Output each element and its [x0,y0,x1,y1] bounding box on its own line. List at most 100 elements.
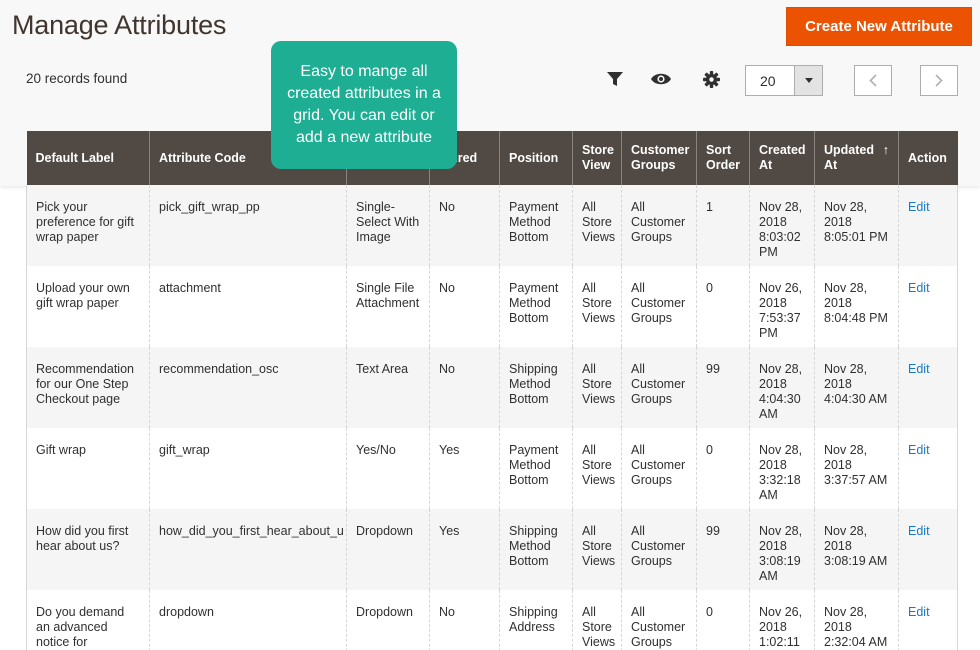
cell-sort-order: 0 [696,590,750,650]
cell-attribute-code: how_did_you_first_hear_about_u [149,509,347,590]
cell-updated-at: Nov 28, 2018 4:04:30 AM [814,347,899,428]
edit-link[interactable]: Edit [908,362,930,376]
cell-required: No [429,347,500,428]
edit-link[interactable]: Edit [908,281,930,295]
create-new-attribute-button[interactable]: Create New Attribute [786,7,972,46]
cell-sort-order: 0 [696,266,750,347]
column-header-created-at[interactable]: Created At [749,131,815,185]
cell-position: Shipping Method Bottom [499,509,573,590]
cell-created-at: Nov 26, 2018 1:02:11 [749,590,815,650]
column-header-default-label[interactable]: Default Label [26,131,150,185]
per-page-value: 20 [760,72,776,89]
cell-updated-at: Nov 28, 2018 8:05:01 PM [814,185,899,266]
column-header-position[interactable]: Position [499,131,573,185]
cell-position: Payment Method Bottom [499,428,573,509]
cell-position: Payment Method Bottom [499,185,573,266]
cell-customer-groups: All Customer Groups [621,347,697,428]
cell-default-label: Upload your own gift wrap paper [26,266,150,347]
cell-created-at: Nov 26, 2018 7:53:37 PM [749,266,815,347]
cell-default-label: Pick your preference for gift wrap paper [26,185,150,266]
cell-sort-order: 1 [696,185,750,266]
column-header-updated-at-label: Updated At [824,143,874,172]
cell-updated-at: Nov 28, 2018 3:08:19 AM [814,509,899,590]
cell-default-label: Gift wrap [26,428,150,509]
cell-input-type: Dropdown [346,590,430,650]
sort-arrow-icon: ↑ [882,143,889,157]
table-row: Do you demand an advanced notice for shi… [26,590,958,650]
filter-icon[interactable] [601,66,629,92]
gear-icon[interactable] [697,66,725,92]
table-row: Gift wrap gift_wrap Yes/No Yes Payment Metho… [26,428,958,509]
cell-attribute-code: pick_gift_wrap_pp [149,185,347,266]
edit-link[interactable]: Edit [908,524,930,538]
cell-position: Shipping Address [499,590,573,650]
previous-page-button[interactable] [854,65,892,96]
column-header-updated-at[interactable]: ↑ Updated At [814,131,899,185]
cell-attribute-code: gift_wrap [149,428,347,509]
grid-header-row: Default Label Attribute Code quired Posi… [26,131,958,185]
edit-link[interactable]: Edit [908,605,930,619]
cell-customer-groups: All Customer Groups [621,509,697,590]
per-page-select[interactable]: 20 [745,65,823,96]
column-header-sort-order[interactable]: Sort Order [696,131,750,185]
cell-created-at: Nov 28, 2018 4:04:30 AM [749,347,815,428]
cell-action: Edit [898,509,958,590]
page-title: Manage Attributes [12,10,227,40]
cell-attribute-code: dropdown [149,590,347,650]
cell-store-view: All Store Views [572,590,622,650]
cell-updated-at: Nov 28, 2018 8:04:48 PM [814,266,899,347]
cell-updated-at: Nov 28, 2018 2:32:04 AM [814,590,899,650]
table-row: Upload your own gift wrap paper attachmen… [26,266,958,347]
cell-required: No [429,266,500,347]
cell-action: Edit [898,347,958,428]
cell-input-type: Single-Select With Image [346,185,430,266]
edit-link[interactable]: Edit [908,200,930,214]
help-tooltip: Easy to mange all created attributes in … [271,41,457,169]
cell-sort-order: 0 [696,428,750,509]
cell-required: Yes [429,428,500,509]
cell-created-at: Nov 28, 2018 3:32:18 AM [749,428,815,509]
records-count: 20 records found [26,71,128,86]
cell-attribute-code: attachment [149,266,347,347]
cell-customer-groups: All Customer Groups [621,185,697,266]
cell-action: Edit [898,185,958,266]
cell-required: No [429,590,500,650]
column-header-store-view[interactable]: Store View [572,131,622,185]
cell-created-at: Nov 28, 2018 3:08:19 AM [749,509,815,590]
cell-default-label: Recommendation for our One Step Checkout… [26,347,150,428]
next-page-button[interactable] [920,65,958,96]
cell-required: Yes [429,509,500,590]
table-row: Pick your preference for gift wrap paper… [26,185,958,266]
table-row: Recommendation for our One Step Checkout… [26,347,958,428]
cell-input-type: Text Area [346,347,430,428]
cell-position: Payment Method Bottom [499,266,573,347]
chevron-down-icon[interactable] [794,66,822,95]
cell-sort-order: 99 [696,509,750,590]
cell-action: Edit [898,266,958,347]
cell-default-label: Do you demand an advanced notice for shi… [26,590,150,650]
cell-attribute-code: recommendation_osc [149,347,347,428]
cell-action: Edit [898,428,958,509]
cell-customer-groups: All Customer Groups [621,428,697,509]
cell-input-type: Dropdown [346,509,430,590]
cell-store-view: All Store Views [572,266,622,347]
table-row: How did you first hear about us? how_did_… [26,509,958,590]
cell-store-view: All Store Views [572,185,622,266]
cell-action: Edit [898,590,958,650]
cell-updated-at: Nov 28, 2018 3:37:57 AM [814,428,899,509]
column-header-customer-groups[interactable]: Customer Groups [621,131,697,185]
cell-sort-order: 99 [696,347,750,428]
edit-link[interactable]: Edit [908,443,930,457]
cell-input-type: Single File Attachment [346,266,430,347]
column-header-action: Action [898,131,958,185]
chevron-left-icon [869,74,877,87]
cell-input-type: Yes/No [346,428,430,509]
cell-customer-groups: All Customer Groups [621,590,697,650]
cell-store-view: All Store Views [572,509,622,590]
eye-icon[interactable] [647,66,675,92]
cell-position: Shipping Method Bottom [499,347,573,428]
tooltip-text: Easy to mange all created attributes in … [287,63,441,146]
cell-default-label: How did you first hear about us? [26,509,150,590]
chevron-right-icon [935,74,943,87]
cell-required: No [429,185,500,266]
